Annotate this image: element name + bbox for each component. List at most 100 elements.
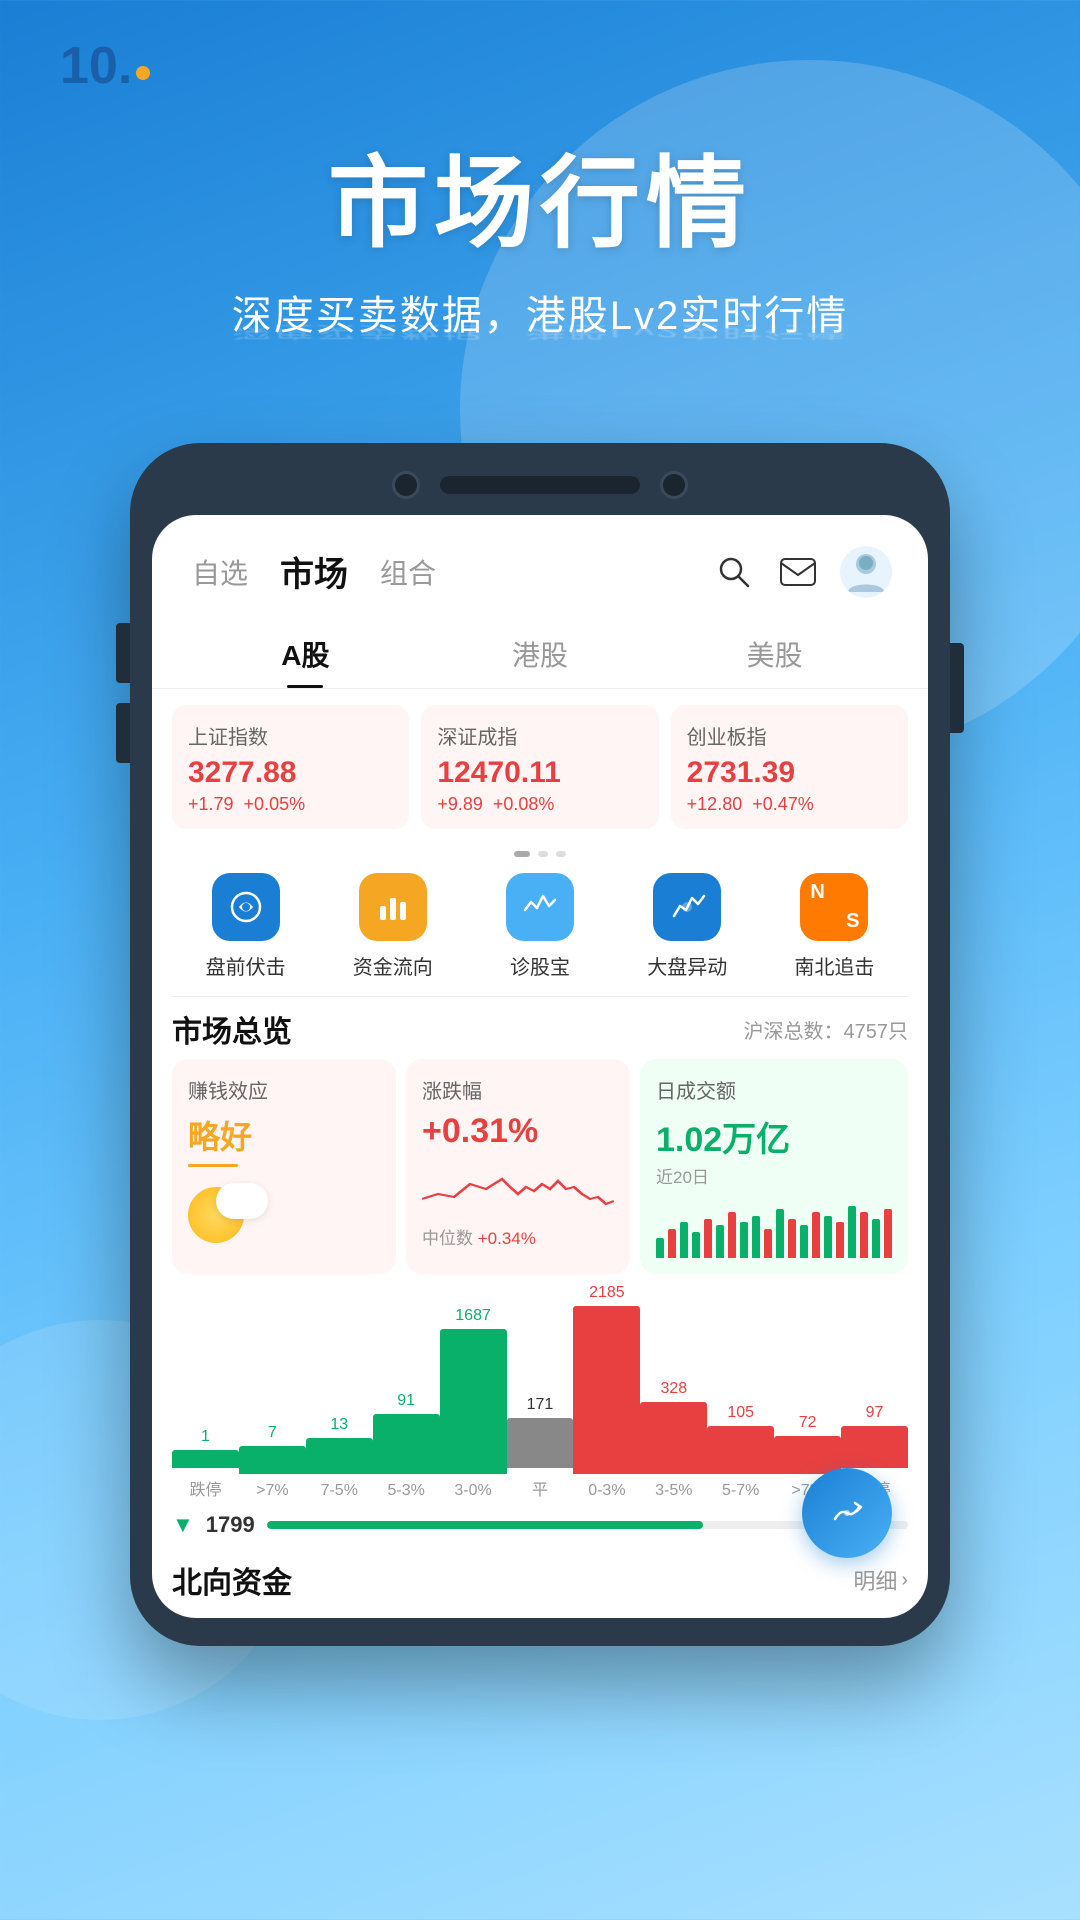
bar-rect-8 <box>707 1426 774 1474</box>
mini-bar-9 <box>764 1229 772 1258</box>
mini-bar-17 <box>860 1212 868 1258</box>
market-tab-hk[interactable]: 港股 <box>423 620 658 688</box>
tab-watchlist[interactable]: 自选 <box>188 544 252 600</box>
feature-icon-nanorth: N S <box>800 873 868 941</box>
fab-button[interactable] <box>802 1468 892 1558</box>
mini-bar-16 <box>848 1206 856 1258</box>
mid-label: 中位数 +0.34% <box>422 1224 614 1249</box>
bar-col-6: 2185 0-3% <box>573 1284 640 1500</box>
feature-nanorth[interactable]: N S 南北追击 <box>761 873 908 980</box>
mini-bar-10 <box>776 1209 784 1258</box>
feature-bigmove[interactable]: 大盘异动 <box>614 873 761 980</box>
bar-col-3: 915-3% <box>373 1392 440 1500</box>
bar-rect-2 <box>306 1438 373 1474</box>
bar-val-5: 171 <box>527 1396 554 1414</box>
mini-bar-0 <box>656 1238 664 1258</box>
tab-market[interactable]: 市场 <box>276 539 352 604</box>
bar-rect-5 <box>507 1418 574 1468</box>
bar-rect-9 <box>774 1436 841 1474</box>
bar-rect-6 <box>573 1306 640 1474</box>
ov-label-rise: 涨跌幅 <box>422 1075 614 1104</box>
mini-bars <box>656 1198 892 1258</box>
feature-label-nanorth: 南北追击 <box>794 951 874 980</box>
phone-vol-button-1 <box>116 623 130 683</box>
market-tab-us[interactable]: 美股 <box>657 620 892 688</box>
mini-bar-19 <box>884 1209 892 1258</box>
bar-chart-section: 1跌停7>7%137-5%915-3%16873-0%171平21850-3%3… <box>152 1290 928 1500</box>
version-dot <box>136 66 150 80</box>
mini-bar-5 <box>716 1225 724 1258</box>
northward-title: 北向资金 <box>172 1558 292 1602</box>
mini-bar-13 <box>812 1212 820 1258</box>
mini-bar-2 <box>680 1222 688 1258</box>
bar-col-4: 16873-0% <box>440 1307 507 1500</box>
avatar[interactable] <box>840 546 892 598</box>
ov-card-vol[interactable]: 日成交额 1.02万亿 近20日 <box>640 1059 908 1274</box>
ov-label-money: 赚钱效应 <box>188 1075 380 1104</box>
bar-val-0: 1 <box>201 1428 210 1446</box>
hero-subtitle-mirror: 深度买卖数据，港股Lv2实时行情 <box>60 322 1020 345</box>
search-icon[interactable] <box>712 550 756 594</box>
vol-sub: 近20日 <box>656 1163 892 1188</box>
version-text: 10. <box>60 37 132 95</box>
feature-label-capital: 资金流向 <box>353 951 433 980</box>
bar-col-7: 3283-5% <box>640 1380 707 1500</box>
mini-bar-11 <box>788 1219 796 1258</box>
bar-col-2: 13 7-5% <box>306 1416 373 1500</box>
market-tab-a[interactable]: A股 <box>188 620 423 688</box>
nav-header: 自选 市场 组合 <box>152 515 928 604</box>
index-change-sz: +9.89 +0.08% <box>437 794 642 815</box>
indicator-value: 1799 <box>206 1512 255 1538</box>
bar-val-6: 2185 <box>589 1284 625 1302</box>
feature-panqian[interactable]: 盘前伏击 <box>172 873 319 980</box>
bar-val-7: 328 <box>660 1380 687 1398</box>
bar-name-2: 7-5% <box>321 1478 358 1500</box>
dot-1 <box>514 851 530 857</box>
bar-name-6: 0-3% <box>588 1478 625 1500</box>
feature-label-diagnose: 诊股宝 <box>510 951 570 980</box>
nav-tabs: 自选 市场 组合 <box>188 539 440 604</box>
bar-chart: 1跌停7>7%137-5%915-3%16873-0%171平21850-3%3… <box>172 1300 908 1500</box>
ov-value-money: 略好 <box>188 1112 380 1158</box>
index-cards: 上证指数 3277.88 +1.79 +0.05% 深证成指 12470.11 … <box>152 689 928 845</box>
detail-link[interactable]: 明细 › <box>853 1564 908 1596</box>
index-value-cy: 2731.39 <box>687 756 892 790</box>
mini-bar-7 <box>740 1222 748 1258</box>
feature-capital[interactable]: 资金流向 <box>319 873 466 980</box>
chevron-right-icon: › <box>901 1569 908 1592</box>
mail-icon[interactable] <box>776 550 820 594</box>
bar-col-5: 171平 <box>507 1396 574 1500</box>
ov-card-rise[interactable]: 涨跌幅 +0.31% 中位数 +0.34% <box>406 1059 630 1274</box>
phone-power-button <box>950 643 964 733</box>
sparkline <box>422 1159 614 1224</box>
feature-diagnose[interactable]: 诊股宝 <box>466 873 613 980</box>
index-value-sh: 3277.88 <box>188 756 393 790</box>
mini-bar-6 <box>728 1212 736 1258</box>
bar-name-0: 跌停 <box>189 1472 221 1500</box>
bar-val-8: 105 <box>727 1404 754 1422</box>
tab-portfolio[interactable]: 组合 <box>376 544 440 600</box>
feature-icon-panqian <box>212 873 280 941</box>
ov-card-money[interactable]: 赚钱效应 略好 <box>172 1059 396 1274</box>
phone-vol-button-2 <box>116 703 130 763</box>
version-badge: 10. <box>60 40 1020 92</box>
sun-icon <box>188 1177 380 1247</box>
index-name-cy: 创业板指 <box>687 721 892 750</box>
mid-value: +0.34% <box>478 1229 536 1248</box>
index-name-sh: 上证指数 <box>188 721 393 750</box>
index-card-cy[interactable]: 创业板指 2731.39 +12.80 +0.47% <box>671 705 908 829</box>
bar-name-3: 5-3% <box>387 1478 424 1500</box>
bar-rect-3 <box>373 1414 440 1474</box>
index-card-sh[interactable]: 上证指数 3277.88 +1.79 +0.05% <box>172 705 409 829</box>
indicator-bar-green <box>267 1521 703 1529</box>
bar-rect-7 <box>640 1402 707 1474</box>
feature-icon-diagnose <box>506 873 574 941</box>
phone-camera-right <box>660 471 688 499</box>
index-name-sz: 深证成指 <box>437 721 642 750</box>
index-card-sz[interactable]: 深证成指 12470.11 +9.89 +0.08% <box>421 705 658 829</box>
overview-cards: 赚钱效应 略好 涨跌幅 +0.31% <box>152 1059 928 1290</box>
bar-val-2: 13 <box>330 1416 348 1434</box>
bar-val-9: 72 <box>799 1414 817 1432</box>
feature-icon-capital <box>359 873 427 941</box>
phone-mockup: 自选 市场 组合 <box>0 443 1080 1646</box>
